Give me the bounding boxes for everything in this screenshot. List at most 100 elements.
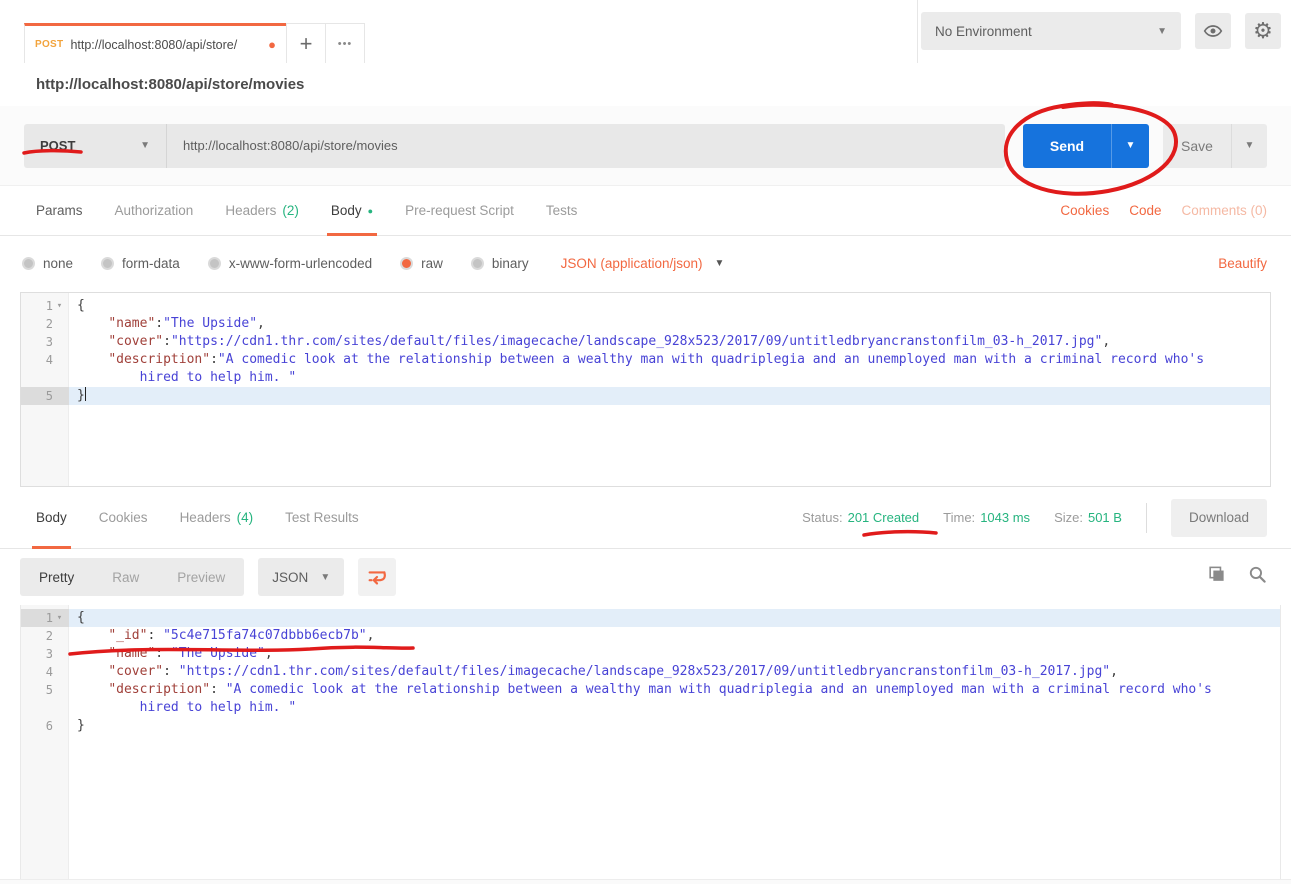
link-cookies[interactable]: Cookies <box>1060 203 1109 218</box>
tab-count-badge: (4) <box>237 510 254 525</box>
code-line[interactable]: 2 "_id": "5c4e715fa74c07dbbb6ecb7b", <box>21 627 1280 645</box>
response-meta-items: Status:201 CreatedTime:1043 msSize:501 B <box>802 510 1122 525</box>
body-mode-binary[interactable]: binary <box>471 256 529 271</box>
new-tab-button[interactable]: + <box>286 23 326 63</box>
body-mode-x-www-form-urlencoded[interactable]: x-www-form-urlencoded <box>208 256 372 271</box>
response-toolbar: PrettyRawPreview JSON ▼ <box>0 549 1291 605</box>
link-comments-0[interactable]: Comments (0) <box>1181 203 1267 218</box>
line-number: 3 <box>21 333 69 351</box>
wrap-lines-button[interactable] <box>358 558 396 596</box>
settings-button[interactable]: ⚙ <box>1245 13 1281 49</box>
json-punct: { <box>77 610 85 625</box>
view-mode-pretty[interactable]: Pretty <box>20 570 93 585</box>
tab-headers[interactable]: Headers(2) <box>209 186 315 235</box>
body-mode-none[interactable]: none <box>22 256 73 271</box>
tab-authorization[interactable]: Authorization <box>99 186 210 235</box>
code-line[interactable]: 5} <box>21 387 1270 405</box>
save-button[interactable]: Save <box>1163 124 1231 168</box>
wrap-text-icon <box>366 566 388 588</box>
body-mode-label: x-www-form-urlencoded <box>229 256 372 271</box>
save-button-group: Save ▼ <box>1149 124 1267 168</box>
line-number-value: 5 <box>46 681 53 699</box>
json-key: "name" <box>108 316 155 331</box>
beautify-button[interactable]: Beautify <box>1218 256 1267 271</box>
code-content: "name":"The Upside", <box>69 315 1270 333</box>
tab-method-badge: POST <box>35 39 63 50</box>
environment-quick-look-button[interactable] <box>1195 13 1231 49</box>
response-tab-body[interactable]: Body <box>20 487 83 548</box>
view-mode-raw[interactable]: Raw <box>93 570 158 585</box>
tab-label: Tests <box>546 203 578 218</box>
content-type-select[interactable]: JSON (application/json) ▼ <box>561 256 725 271</box>
download-button[interactable]: Download <box>1171 499 1267 537</box>
line-number: 2 <box>21 315 69 333</box>
json-punct <box>77 352 108 367</box>
body-mode-options: none form-data x-www-form-urlencoded raw bin… <box>22 256 529 271</box>
response-tab-cookies[interactable]: Cookies <box>83 487 164 548</box>
send-button[interactable]: Send <box>1023 124 1111 168</box>
json-punct: } <box>77 718 85 733</box>
view-mode-preview[interactable]: Preview <box>158 570 244 585</box>
json-string: "https://cdn1.thr.com/sites/default/file… <box>171 334 1102 349</box>
code-line[interactable]: 4 "cover": "https://cdn1.thr.com/sites/d… <box>21 663 1280 681</box>
code-line[interactable]: 5 "description": "A comedic look at the … <box>21 681 1280 717</box>
radio-icon <box>101 257 114 270</box>
url-input[interactable]: http://localhost:8080/api/store/movies <box>166 124 1005 168</box>
send-options-button[interactable]: ▼ <box>1111 124 1149 168</box>
tab-options-button[interactable]: ••• <box>325 23 365 63</box>
open-request-tab[interactable]: POST http://localhost:8080/api/store/ ● <box>24 23 287 63</box>
line-number-value: 5 <box>46 387 53 405</box>
json-string: "The Upside" <box>163 316 257 331</box>
response-meta: Status:201 CreatedTime:1043 msSize:501 B… <box>802 499 1267 537</box>
environment-selector[interactable]: No Environment ▼ <box>921 12 1181 50</box>
code-line[interactable]: 4 "description":"A comedic look at the r… <box>21 351 1270 387</box>
tab-tests[interactable]: Tests <box>530 186 594 235</box>
line-number: 5 <box>21 387 69 405</box>
code-content: { <box>69 297 1270 315</box>
json-punct: , <box>1110 664 1118 679</box>
json-punct: : <box>163 334 171 349</box>
copy-response-button[interactable] <box>1207 565 1226 589</box>
body-mode-label: form-data <box>122 256 180 271</box>
code-line[interactable]: 6} <box>21 717 1280 735</box>
code-line[interactable]: 3 "name": "The Upside", <box>21 645 1280 663</box>
body-mode-raw[interactable]: raw <box>400 256 443 271</box>
body-mode-label: binary <box>492 256 529 271</box>
tab-body[interactable]: Body● <box>315 186 389 235</box>
chevron-down-icon: ▼ <box>1126 140 1136 151</box>
tab-label: Pre-request Script <box>405 203 514 218</box>
topbar-right-controls: No Environment ▼ ⚙ <box>921 12 1281 50</box>
line-number: 4 <box>21 351 69 369</box>
code-content: } <box>69 717 1280 735</box>
link-code[interactable]: Code <box>1129 203 1161 218</box>
code-line[interactable]: 2 "name":"The Upside", <box>21 315 1270 333</box>
json-punct <box>77 334 108 349</box>
editor-lines: 1▾{2 "name":"The Upside",3 "cover":"http… <box>21 293 1270 405</box>
status-size: Size:501 B <box>1054 510 1122 525</box>
search-response-button[interactable] <box>1248 565 1267 589</box>
json-punct: , <box>265 646 273 661</box>
response-format-select[interactable]: JSON ▼ <box>258 558 344 596</box>
body-mode-form-data[interactable]: form-data <box>101 256 180 271</box>
save-options-button[interactable]: ▼ <box>1231 124 1267 168</box>
json-punct: : <box>155 316 163 331</box>
method-select[interactable]: POST ▼ <box>24 124 166 168</box>
response-body-editor[interactable]: 1▾{2 "_id": "5c4e715fa74c07dbbb6ecb7b",3… <box>20 605 1281 879</box>
response-tab-test-results[interactable]: Test Results <box>269 487 375 548</box>
line-number: 5 <box>21 681 69 699</box>
response-tab-headers[interactable]: Headers(4) <box>164 487 270 548</box>
copy-icon <box>1207 565 1226 584</box>
tab-pre-request-script[interactable]: Pre-request Script <box>389 186 530 235</box>
json-punct: , <box>257 316 265 331</box>
json-punct: , <box>1102 334 1110 349</box>
text-cursor <box>85 387 86 401</box>
code-line[interactable]: 3 "cover":"https://cdn1.thr.com/sites/de… <box>21 333 1270 351</box>
radio-icon <box>400 257 413 270</box>
top-bar: POST http://localhost:8080/api/store/ ● … <box>0 0 1291 63</box>
request-body-editor[interactable]: 1▾{2 "name":"The Upside",3 "cover":"http… <box>20 292 1271 487</box>
tab-params[interactable]: Params <box>20 186 99 235</box>
code-line[interactable]: 1▾{ <box>21 609 1280 627</box>
body-mode-label: raw <box>421 256 443 271</box>
meta-value: 501 B <box>1088 510 1122 525</box>
code-line[interactable]: 1▾{ <box>21 297 1270 315</box>
